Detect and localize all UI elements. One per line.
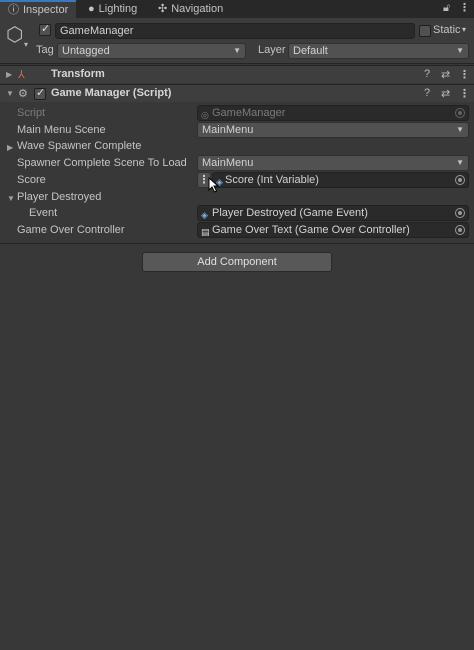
object-name-field[interactable]: GameManager [55,23,415,39]
tab-inspector-label: Inspector [23,4,69,16]
help-icon[interactable]: ? [424,87,430,99]
chevron-down-icon: ▼ [456,125,464,134]
score-field[interactable]: ◈ Score (Int Variable) [212,172,469,188]
script-icon: ◎ [201,110,209,120]
transform-title: Transform [51,68,105,80]
component-menu-icon[interactable]: ⋮ [459,68,470,81]
icon-dropdown-arrow-icon[interactable]: ▾ [24,40,28,49]
tab-inspector[interactable]: ⓘ Inspector [0,0,76,18]
foldout-expanded-icon[interactable]: ▼ [6,89,14,98]
spawner-complete-scene-dropdown[interactable]: MainMenu ▼ [197,155,469,171]
object-picker-icon[interactable] [455,225,465,235]
foldout-collapsed-icon[interactable]: ▶ [6,70,12,79]
script-label: Script [17,107,46,119]
main-menu-scene-label: Main Menu Scene [17,124,106,136]
help-icon[interactable]: ? [424,68,430,80]
chevron-down-icon: ▼ [456,46,464,55]
score-value: Score (Int Variable) [225,174,319,186]
foldout-collapsed-icon[interactable]: ▶ [7,143,13,152]
game-over-controller-label: Game Over Controller [17,224,125,236]
component-menu-icon[interactable]: ⋮ [459,87,470,100]
presets-icon[interactable]: ⇄ [441,87,450,100]
script-field: ◎ GameManager [197,105,469,121]
main-menu-scene-dropdown[interactable]: MainMenu ▼ [197,122,469,138]
lock-icon[interactable]: 🔓︎ [443,2,450,15]
event-label: Event [29,207,58,219]
static-label: Static [433,24,461,36]
tab-lighting-label: Lighting [98,3,138,15]
object-picker-icon [455,108,465,118]
game-over-controller-field[interactable]: ▤ Game Over Text (Game Over Controller) [197,222,469,238]
lightbulb-icon: ● [88,3,95,15]
event-value: Player Destroyed (Game Event) [212,207,368,219]
gameobject-cube-icon: ⬡ [6,24,24,46]
script-gear-icon: ⚙ [18,88,28,100]
divider [0,243,474,244]
chevron-down-icon: ▼ [233,46,241,55]
window-tab-bar: ⓘ Inspector ● Lighting ✣ Navigation 🔓︎ ⋮ [0,0,474,18]
tab-navigation[interactable]: ✣ Navigation [154,0,234,18]
component-enabled-checkbox[interactable] [34,86,46,100]
inspector-header: ⬡ ▾ GameManager Static ▾ Tag Untagged ▼ … [0,18,474,64]
more-menu-icon[interactable]: ⋮ [459,1,470,14]
game-manager-title: Game Manager (Script) [51,87,172,99]
foldout-expanded-icon[interactable]: ▼ [7,194,15,203]
tab-lighting[interactable]: ● Lighting [84,0,150,18]
transform-axes-icon: ⅄ [18,69,25,81]
spawner-complete-scene-label: Spawner Complete Scene To Load [17,157,187,169]
player-destroyed-label[interactable]: Player Destroyed [17,189,101,205]
wave-spawner-complete-label[interactable]: Wave Spawner Complete [17,138,141,154]
main-menu-scene-value: MainMenu [202,124,254,136]
mouse-cursor-icon [208,177,220,193]
game-manager-component-header[interactable]: ▼ ⚙ Game Manager (Script) ? ⇄ ⋮ [0,84,474,102]
chevron-down-icon: ▼ [456,158,464,167]
info-icon: ⓘ [8,4,19,16]
tag-dropdown[interactable]: Untagged ▼ [57,43,246,59]
object-picker-icon[interactable] [455,208,465,218]
active-checkbox[interactable] [39,22,51,36]
script-value: GameManager [212,107,286,119]
event-field[interactable]: ◈ Player Destroyed (Game Event) [197,205,469,221]
tab-navigation-label: Navigation [171,3,224,15]
static-checkbox[interactable] [419,25,431,37]
tag-label: Tag [36,44,54,56]
script-file-icon: ▤ [201,227,210,237]
spawner-complete-scene-value: MainMenu [202,157,254,169]
transform-component-header[interactable]: ▶ ⅄ Transform ? ⇄ ⋮ [0,65,474,83]
add-component-button[interactable]: Add Component [142,252,332,272]
score-label: Score [17,174,46,186]
layer-label: Layer [258,44,286,56]
navigation-icon: ✣ [158,3,168,15]
object-picker-icon[interactable] [455,175,465,185]
presets-icon[interactable]: ⇄ [441,68,450,81]
layer-dropdown[interactable]: Default ▼ [288,43,469,59]
static-dropdown-icon[interactable]: ▾ [462,25,466,34]
tag-value: Untagged [62,45,110,57]
scriptable-object-icon: ◈ [201,210,208,220]
game-over-controller-value: Game Over Text (Game Over Controller) [212,224,410,236]
layer-value: Default [293,45,328,57]
